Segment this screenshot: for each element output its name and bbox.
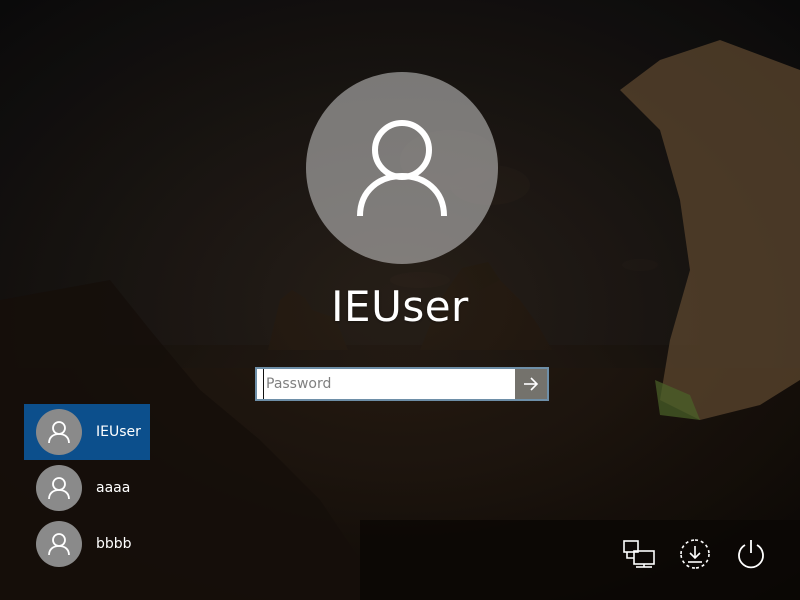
user-item-ieuser[interactable]: IEUser	[24, 404, 150, 460]
submit-button[interactable]	[515, 369, 547, 399]
avatar	[36, 521, 82, 567]
user-avatar-large	[306, 72, 498, 264]
password-field-container	[255, 367, 549, 401]
user-item-label: aaaa	[96, 480, 131, 496]
power-icon	[738, 540, 764, 569]
user-icon	[357, 120, 447, 217]
user-item-label: IEUser	[96, 424, 141, 440]
user-item-label: bbbb	[96, 536, 132, 552]
avatar	[36, 409, 82, 455]
username-label: IEUser	[331, 282, 469, 331]
user-icon	[48, 421, 70, 444]
ease-of-access-icon	[680, 539, 710, 569]
avatar	[36, 465, 82, 511]
user-icon	[48, 533, 70, 556]
user-item-aaaa[interactable]: aaaa	[24, 460, 150, 516]
user-switcher-list: IEUser aaaa bbbb	[24, 404, 150, 572]
user-item-bbbb[interactable]: bbbb	[24, 516, 150, 572]
network-button[interactable]	[622, 537, 656, 571]
network-icon	[623, 540, 655, 568]
ease-of-access-button[interactable]	[678, 537, 712, 571]
arrow-right-icon	[524, 377, 539, 391]
power-button[interactable]	[734, 537, 768, 571]
user-icon	[48, 477, 70, 500]
lock-screen: IEUser IEUser aaaa bbbb	[0, 0, 800, 600]
password-input[interactable]	[263, 369, 515, 399]
system-tray	[622, 537, 768, 571]
